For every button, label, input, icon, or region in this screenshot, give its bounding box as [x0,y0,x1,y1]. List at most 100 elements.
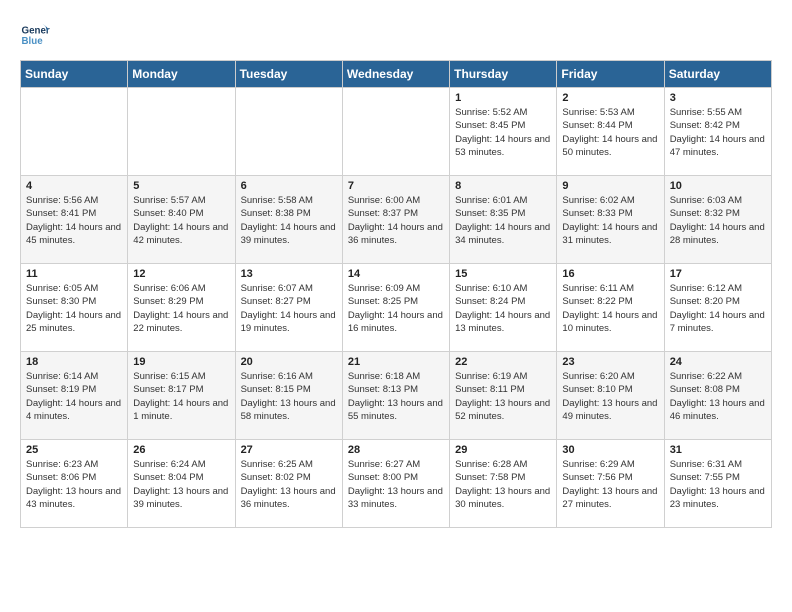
day-info: Sunrise: 6:14 AM Sunset: 8:19 PM Dayligh… [26,370,122,423]
day-info: Sunrise: 6:02 AM Sunset: 8:33 PM Dayligh… [562,194,658,247]
day-number: 21 [348,356,444,368]
day-number: 11 [26,268,122,280]
day-cell: 31 Sunrise: 6:31 AM Sunset: 7:55 PM Dayli… [664,440,771,528]
day-cell: 12 Sunrise: 6:06 AM Sunset: 8:29 PM Dayli… [128,264,235,352]
day-info: Sunrise: 6:11 AM Sunset: 8:22 PM Dayligh… [562,282,658,335]
day-cell: 6 Sunrise: 5:58 AM Sunset: 8:38 PM Daylig… [235,176,342,264]
day-number: 30 [562,444,658,456]
day-number: 20 [241,356,337,368]
day-cell: 13Sunrise: 6:07 AM Sunset: 8:27 PM Dayli… [235,264,342,352]
day-info: Sunrise: 6:10 AM Sunset: 8:24 PM Dayligh… [455,282,551,335]
calendar-table: SundayMondayTuesdayWednesdayThursdayFrid… [20,60,772,528]
day-cell: 20 Sunrise: 6:16 AM Sunset: 8:15 PM Dayli… [235,352,342,440]
day-info: Sunrise: 5:55 AM Sunset: 8:42 PM Dayligh… [670,106,766,159]
day-number: 18 [26,356,122,368]
day-cell: 21 Sunrise: 6:18 AM Sunset: 8:13 PM Dayli… [342,352,449,440]
day-info: Sunrise: 6:16 AM Sunset: 8:15 PM Dayligh… [241,370,337,423]
day-number: 22 [455,356,551,368]
weekday-header-row: SundayMondayTuesdayWednesdayThursdayFrid… [21,61,772,88]
day-number: 19 [133,356,229,368]
svg-text:General: General [22,26,51,37]
day-info: Sunrise: 6:31 AM Sunset: 7:55 PM Dayligh… [670,458,766,511]
day-number: 5 [133,180,229,192]
day-info: Sunrise: 6:25 AM Sunset: 8:02 PM Dayligh… [241,458,337,511]
day-number: 6 [241,180,337,192]
day-number: 28 [348,444,444,456]
day-cell: 3 Sunrise: 5:55 AM Sunset: 8:42 PM Daylig… [664,88,771,176]
day-cell: 4 Sunrise: 5:56 AM Sunset: 8:41 PM Daylig… [21,176,128,264]
day-cell: 9 Sunrise: 6:02 AM Sunset: 8:33 PM Daylig… [557,176,664,264]
day-cell: 25 Sunrise: 6:23 AM Sunset: 8:06 PM Dayli… [21,440,128,528]
day-number: 25 [26,444,122,456]
day-info: Sunrise: 6:23 AM Sunset: 8:06 PM Dayligh… [26,458,122,511]
day-info: Sunrise: 6:03 AM Sunset: 8:32 PM Dayligh… [670,194,766,247]
day-info: Sunrise: 6:09 AM Sunset: 8:25 PM Dayligh… [348,282,444,335]
day-info: Sunrise: 5:52 AM Sunset: 8:45 PM Dayligh… [455,106,551,159]
day-info: Sunrise: 6:06 AM Sunset: 8:29 PM Dayligh… [133,282,229,335]
day-info: Sunrise: 6:29 AM Sunset: 7:56 PM Dayligh… [562,458,658,511]
day-cell: 29Sunrise: 6:28 AM Sunset: 7:58 PM Dayli… [450,440,557,528]
svg-text:Blue: Blue [22,36,44,47]
day-cell: 7Sunrise: 6:00 AM Sunset: 8:37 PM Daylig… [342,176,449,264]
day-info: Sunrise: 6:18 AM Sunset: 8:13 PM Dayligh… [348,370,444,423]
day-cell: 27Sunrise: 6:25 AM Sunset: 8:02 PM Dayli… [235,440,342,528]
day-number: 24 [670,356,766,368]
weekday-header-friday: Friday [557,61,664,88]
weekday-header-tuesday: Tuesday [235,61,342,88]
day-info: Sunrise: 6:15 AM Sunset: 8:17 PM Dayligh… [133,370,229,423]
week-row-4: 18 Sunrise: 6:14 AM Sunset: 8:19 PM Dayli… [21,352,772,440]
day-cell: 5 Sunrise: 5:57 AM Sunset: 8:40 PM Daylig… [128,176,235,264]
day-cell: 15 Sunrise: 6:10 AM Sunset: 8:24 PM Dayli… [450,264,557,352]
day-number: 15 [455,268,551,280]
day-number: 14 [348,268,444,280]
day-number: 12 [133,268,229,280]
day-cell [21,88,128,176]
day-number: 3 [670,92,766,104]
weekday-header-saturday: Saturday [664,61,771,88]
day-number: 26 [133,444,229,456]
day-number: 7 [348,180,444,192]
day-number: 2 [562,92,658,104]
day-info: Sunrise: 6:01 AM Sunset: 8:35 PM Dayligh… [455,194,551,247]
day-info: Sunrise: 5:53 AM Sunset: 8:44 PM Dayligh… [562,106,658,159]
day-number: 17 [670,268,766,280]
day-info: Sunrise: 5:56 AM Sunset: 8:41 PM Dayligh… [26,194,122,247]
day-number: 8 [455,180,551,192]
day-cell: 2 Sunrise: 5:53 AM Sunset: 8:44 PM Daylig… [557,88,664,176]
day-info: Sunrise: 6:05 AM Sunset: 8:30 PM Dayligh… [26,282,122,335]
day-info: Sunrise: 6:27 AM Sunset: 8:00 PM Dayligh… [348,458,444,511]
day-cell: 24 Sunrise: 6:22 AM Sunset: 8:08 PM Dayli… [664,352,771,440]
week-row-2: 4 Sunrise: 5:56 AM Sunset: 8:41 PM Daylig… [21,176,772,264]
day-number: 16 [562,268,658,280]
day-cell [128,88,235,176]
day-cell [342,88,449,176]
day-info: Sunrise: 5:57 AM Sunset: 8:40 PM Dayligh… [133,194,229,247]
day-info: Sunrise: 6:22 AM Sunset: 8:08 PM Dayligh… [670,370,766,423]
day-number: 4 [26,180,122,192]
day-cell: 19 Sunrise: 6:15 AM Sunset: 8:17 PM Dayli… [128,352,235,440]
day-number: 31 [670,444,766,456]
day-number: 10 [670,180,766,192]
day-number: 23 [562,356,658,368]
week-row-5: 25 Sunrise: 6:23 AM Sunset: 8:06 PM Dayli… [21,440,772,528]
day-cell: 10 Sunrise: 6:03 AM Sunset: 8:32 PM Dayli… [664,176,771,264]
day-cell: 26 Sunrise: 6:24 AM Sunset: 8:04 PM Dayli… [128,440,235,528]
day-cell: 1Sunrise: 5:52 AM Sunset: 8:45 PM Daylig… [450,88,557,176]
logo: General Blue [20,20,56,50]
day-info: Sunrise: 5:58 AM Sunset: 8:38 PM Dayligh… [241,194,337,247]
day-cell: 11 Sunrise: 6:05 AM Sunset: 8:30 PM Dayli… [21,264,128,352]
week-row-1: 1Sunrise: 5:52 AM Sunset: 8:45 PM Daylig… [21,88,772,176]
weekday-header-wednesday: Wednesday [342,61,449,88]
day-info: Sunrise: 6:24 AM Sunset: 8:04 PM Dayligh… [133,458,229,511]
day-cell [235,88,342,176]
day-info: Sunrise: 6:07 AM Sunset: 8:27 PM Dayligh… [241,282,337,335]
day-cell: 23 Sunrise: 6:20 AM Sunset: 8:10 PM Dayli… [557,352,664,440]
day-cell: 14 Sunrise: 6:09 AM Sunset: 8:25 PM Dayli… [342,264,449,352]
weekday-header-monday: Monday [128,61,235,88]
day-cell: 8 Sunrise: 6:01 AM Sunset: 8:35 PM Daylig… [450,176,557,264]
day-info: Sunrise: 6:28 AM Sunset: 7:58 PM Dayligh… [455,458,551,511]
day-info: Sunrise: 6:20 AM Sunset: 8:10 PM Dayligh… [562,370,658,423]
day-info: Sunrise: 6:19 AM Sunset: 8:11 PM Dayligh… [455,370,551,423]
day-number: 9 [562,180,658,192]
week-row-3: 11 Sunrise: 6:05 AM Sunset: 8:30 PM Dayli… [21,264,772,352]
